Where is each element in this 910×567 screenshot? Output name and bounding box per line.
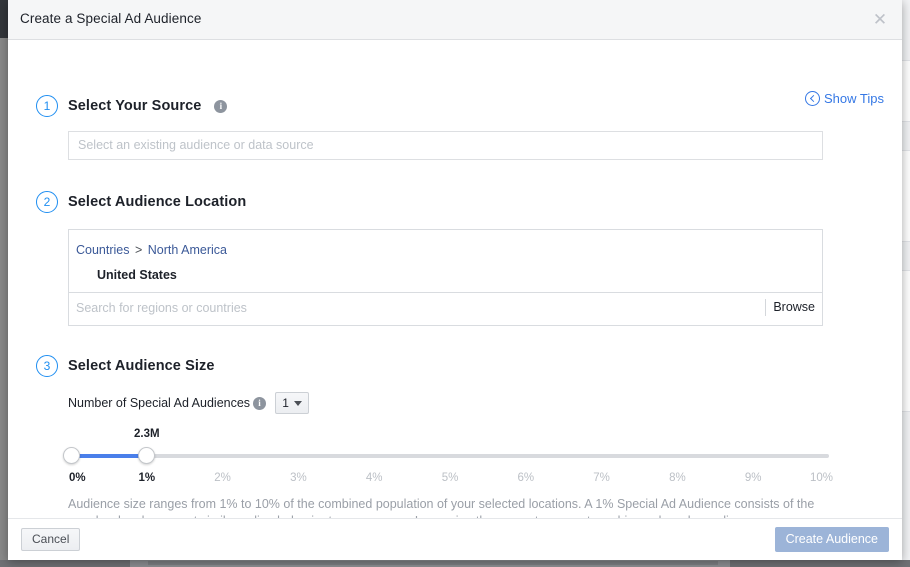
source-input[interactable]: Select an existing audience or data sour… [68, 131, 823, 160]
cancel-button[interactable]: Cancel [21, 528, 81, 551]
step-1-title: Select Your Source [68, 98, 202, 114]
step-2-number: 2 [36, 191, 58, 213]
breadcrumb: Countries > North America [76, 243, 227, 257]
slider-tick-5pct: 5% [441, 472, 459, 484]
slider-tick-8pct: 8% [669, 472, 686, 484]
step-3-number: 3 [36, 355, 58, 377]
source-input-placeholder: Select an existing audience or data sour… [78, 138, 314, 152]
slider-handle-upper[interactable] [138, 447, 156, 464]
slider-tick-3pct: 3% [290, 472, 307, 484]
audience-size-slider[interactable]: 2.3M 0% 1% 2% 3% 4% 5% 6% 7% 8% 9% 10% [62, 428, 833, 484]
breadcrumb-root[interactable]: Countries [76, 243, 130, 257]
slider-handle-lower[interactable] [62, 447, 80, 464]
slider-tick-2pct: 2% [214, 472, 231, 484]
breadcrumb-current[interactable]: North America [148, 243, 227, 257]
step-2-header: 2 Select Audience Location [36, 191, 246, 213]
slider-tick-0pct: 0% [69, 472, 86, 484]
slider-tick-9pct: 9% [744, 472, 762, 484]
browse-divider [765, 299, 766, 316]
dialog-body: Show Tips 1 Select Your Source i Select … [8, 40, 902, 528]
location-search-row[interactable]: Search for regions or countries Browse [69, 293, 822, 325]
selected-location[interactable]: United States [97, 268, 177, 282]
step-3-title: Select Audience Size [68, 358, 215, 374]
dialog-header: Create a Special Ad Audience ✕ [8, 0, 902, 40]
location-search-placeholder: Search for regions or countries [76, 301, 247, 315]
step-1-header: 1 Select Your Source i [36, 95, 228, 117]
create-audience-button[interactable]: Create Audience [774, 527, 889, 552]
dialog-footer: Cancel Create Audience [8, 518, 902, 560]
slider-tick-1pct: 1% [138, 472, 156, 484]
slider-fill [71, 454, 147, 458]
background-bottom-scrollbar[interactable] [148, 561, 718, 565]
info-icon[interactable]: i [214, 99, 228, 113]
breadcrumb-separator: > [134, 243, 143, 257]
audience-count-value: 1 [282, 396, 289, 410]
slider-track[interactable] [71, 454, 829, 458]
show-tips-label: Show Tips [824, 91, 884, 106]
close-icon[interactable]: ✕ [868, 8, 892, 32]
location-list: Countries > North America United States [69, 230, 822, 293]
browse-button[interactable]: Browse [773, 300, 815, 314]
audience-count-select[interactable]: 1 [275, 392, 310, 414]
slider-tick-10pct: 10% [809, 472, 833, 484]
create-special-ad-audience-dialog: Create a Special Ad Audience ✕ Show Tips… [8, 0, 902, 560]
step-1-number: 1 [36, 95, 58, 117]
slider-tick-4pct: 4% [365, 472, 383, 484]
step-3-header: 3 Select Audience Size [36, 355, 215, 377]
slider-tick-6pct: 6% [517, 472, 535, 484]
audience-count-label: Number of Special Ad Audiences [68, 396, 251, 410]
info-icon[interactable]: i [253, 396, 267, 410]
step-2-title: Select Audience Location [68, 194, 247, 210]
slider-value-label: 2.3M [134, 428, 160, 440]
caret-down-icon [293, 400, 302, 406]
circle-chevron-left-icon [805, 91, 821, 106]
audience-count-row: Number of Special Ad Audiences i 1 [68, 392, 310, 414]
show-tips-button[interactable]: Show Tips [805, 91, 884, 106]
dialog-title: Create a Special Ad Audience [20, 11, 202, 26]
audience-location-box: Countries > North America United States … [68, 229, 823, 326]
slider-tick-7pct: 7% [593, 472, 610, 484]
